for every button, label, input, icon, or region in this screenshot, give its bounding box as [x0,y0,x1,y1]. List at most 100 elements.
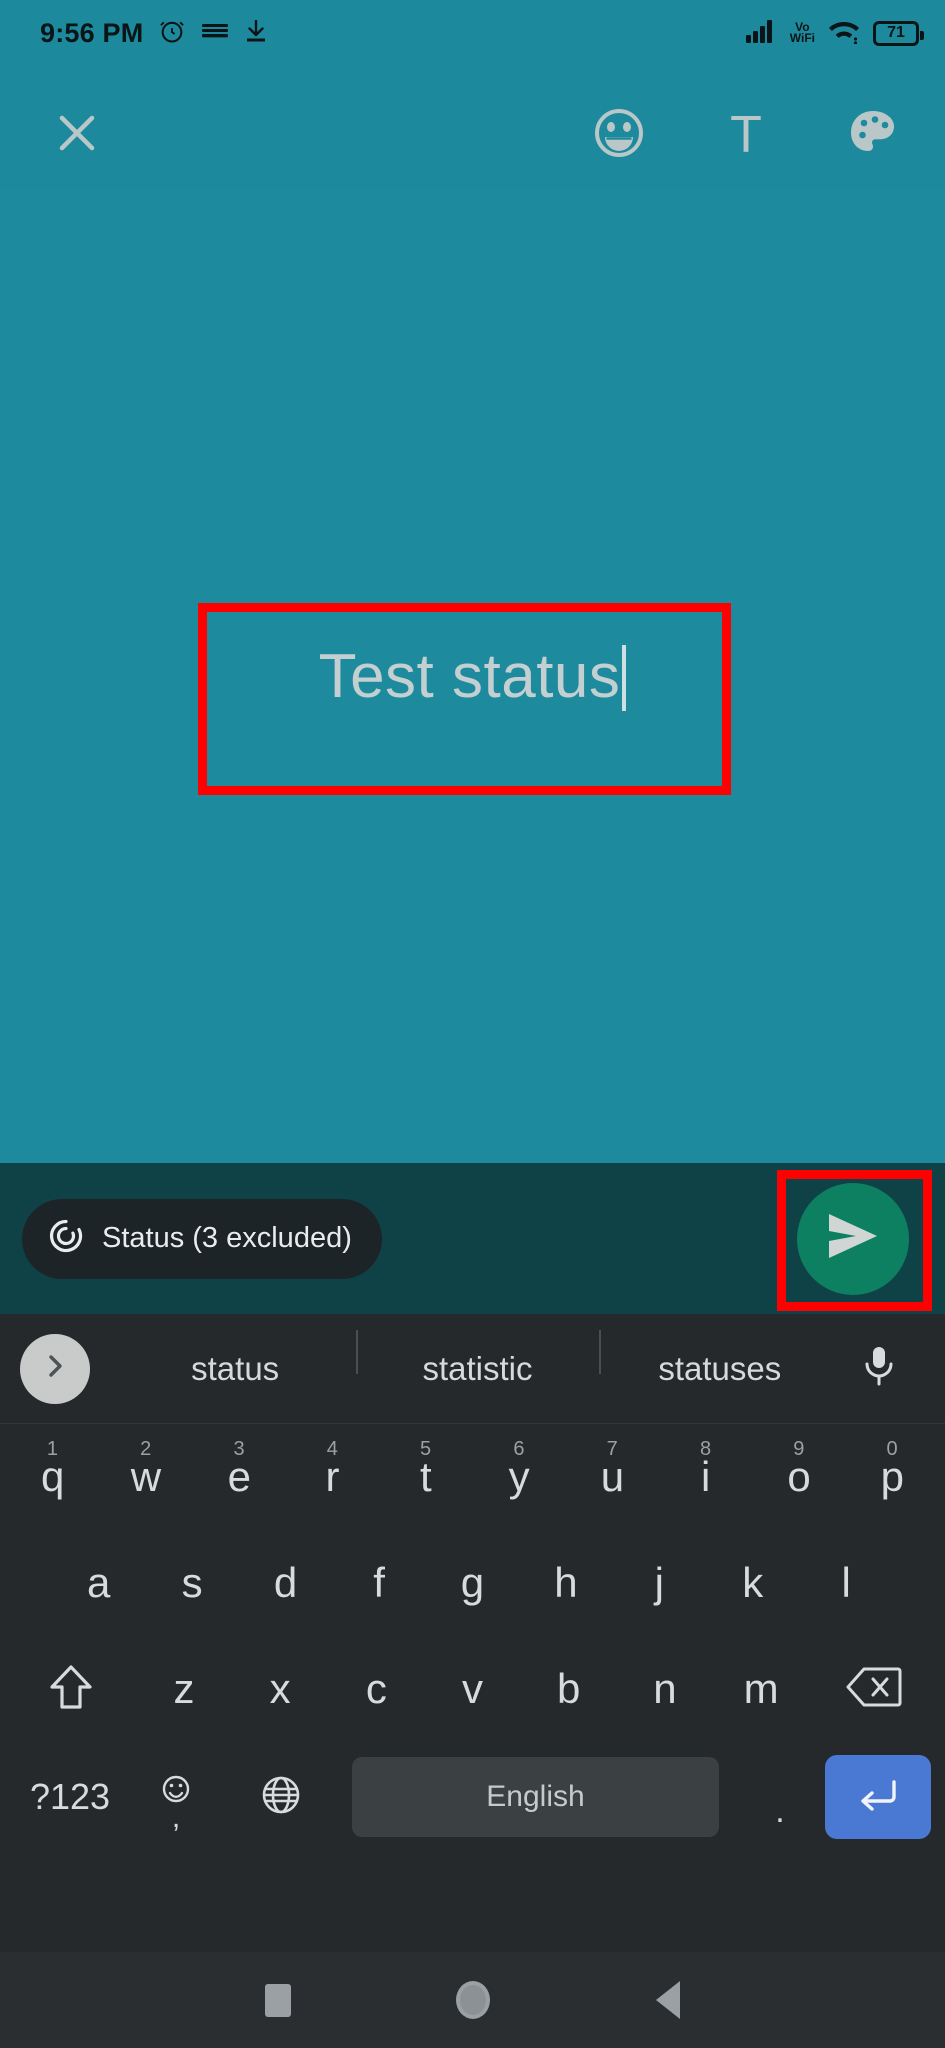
key-a[interactable]: a [52,1533,145,1633]
key-f[interactable]: f [332,1533,425,1633]
key-n-label: n [653,1665,677,1712]
vowifi-line2: WiFi [789,31,815,45]
key-u[interactable]: 7u [566,1427,659,1527]
key-g-label: g [460,1559,485,1606]
emoji-key[interactable]: , [126,1747,226,1847]
close-icon [52,108,102,163]
toolbar-actions: T [587,103,905,167]
key-j[interactable]: j [613,1533,706,1633]
key-w[interactable]: 2w [99,1427,192,1527]
draw-palette-button[interactable] [841,103,905,167]
suggestion-item-1[interactable]: statistic [356,1330,598,1385]
key-m-label: m [743,1665,779,1712]
period-key[interactable]: . [735,1747,825,1847]
key-g[interactable]: g [426,1533,519,1633]
text-caret [622,645,627,711]
keyboard-icon [201,21,229,46]
backspace-key[interactable] [809,1639,939,1739]
nav-back-button[interactable] [570,1952,765,2048]
recents-icon [264,1983,291,2017]
soft-keyboard: status statistic statuses 1q 2w 3e 4r 5t [0,1314,945,1952]
key-z[interactable]: z [136,1639,232,1739]
keyboard-row-4: ?123 , English . [0,1742,945,1852]
emoji-icon [592,106,646,165]
status-text-container[interactable]: Test status [0,190,945,1163]
key-h-label: h [554,1559,578,1606]
keyboard-suggestion-bar: status statistic statuses [0,1314,945,1424]
suggestion-expand-button[interactable] [20,1333,90,1404]
key-r[interactable]: 4r [286,1427,379,1527]
key-s[interactable]: s [145,1533,238,1633]
composer-bottom-bar: Status (3 excluded) [0,1163,945,1314]
key-s-label: s [181,1559,203,1606]
key-d[interactable]: d [239,1533,332,1633]
key-l[interactable]: l [800,1533,893,1633]
key-i[interactable]: 8i [659,1427,752,1527]
key-u-number: 7 [606,1438,618,1460]
key-v[interactable]: v [424,1639,520,1739]
key-b[interactable]: b [521,1639,617,1739]
backspace-icon [846,1665,902,1714]
nav-recents-button[interactable] [180,1952,375,2048]
key-v-label: v [462,1665,483,1712]
key-w-number: 2 [140,1438,152,1460]
key-e-number: 3 [233,1438,245,1460]
status-canvas[interactable]: Test status [0,190,945,1163]
whatsapp-status-composer-screen: 9:56 PM Vo WiFi 71 T Test status Status … [0,0,945,2048]
key-y[interactable]: 6y [472,1427,565,1527]
enter-key[interactable] [825,1755,931,1839]
key-t-label: t [420,1453,432,1500]
space-key[interactable]: English [352,1757,719,1837]
language-switch-key[interactable] [226,1747,336,1847]
download-icon [244,18,268,49]
key-t-number: 5 [420,1438,432,1460]
period-key-label: . [775,1792,785,1830]
status-text-input[interactable]: Test status [319,641,627,712]
key-f-label: f [373,1559,385,1606]
key-n[interactable]: n [617,1639,713,1739]
suggestion-item-2[interactable]: statuses [598,1330,841,1385]
status-bar-left-group: 9:56 PM [40,17,268,50]
status-privacy-chip[interactable]: Status (3 excluded) [22,1198,382,1279]
emoji-sticker-button[interactable] [587,103,651,167]
chevron-right-icon [40,1351,70,1386]
symbols-key-label: ?123 [29,1776,111,1817]
voice-input-button[interactable] [841,1331,917,1407]
symbols-key[interactable]: ?123 [14,1747,126,1847]
suggestion-item-0[interactable]: status [114,1352,356,1385]
key-e-label: e [227,1453,251,1500]
shift-up-arrow-icon [48,1663,94,1716]
key-d-label: d [273,1559,298,1606]
close-button[interactable] [45,103,109,167]
key-h[interactable]: h [519,1533,612,1633]
key-t[interactable]: 5t [379,1427,472,1527]
key-c[interactable]: c [328,1639,424,1739]
text-tool-button[interactable]: T [714,103,778,167]
key-k[interactable]: k [706,1533,799,1633]
nav-home-button[interactable] [375,1952,570,2048]
key-e[interactable]: 3e [193,1427,286,1527]
key-p[interactable]: 0p [846,1427,939,1527]
key-k-label: k [742,1559,764,1606]
system-status-bar: 9:56 PM Vo WiFi 71 [0,0,945,66]
key-x-label: x [269,1665,291,1712]
status-text-value: Test status [318,642,621,711]
key-x[interactable]: x [232,1639,328,1739]
android-navigation-bar [0,1952,945,2048]
key-q[interactable]: 1q [6,1427,99,1527]
microphone-icon [862,1344,896,1393]
status-ring-icon [48,1218,84,1259]
key-a-label: a [87,1559,111,1606]
key-y-number: 6 [513,1438,525,1460]
composer-toolbar: T [0,80,945,190]
text-tool-icon: T [730,106,762,164]
shift-key[interactable] [6,1639,136,1739]
key-q-label: q [40,1453,65,1500]
key-m[interactable]: m [713,1639,809,1739]
key-w-label: w [130,1453,162,1500]
back-icon [655,1981,680,2019]
alarm-icon [158,17,186,50]
send-status-button[interactable] [797,1182,909,1295]
key-o[interactable]: 9o [752,1427,845,1527]
cellular-signal-icon [745,18,777,49]
